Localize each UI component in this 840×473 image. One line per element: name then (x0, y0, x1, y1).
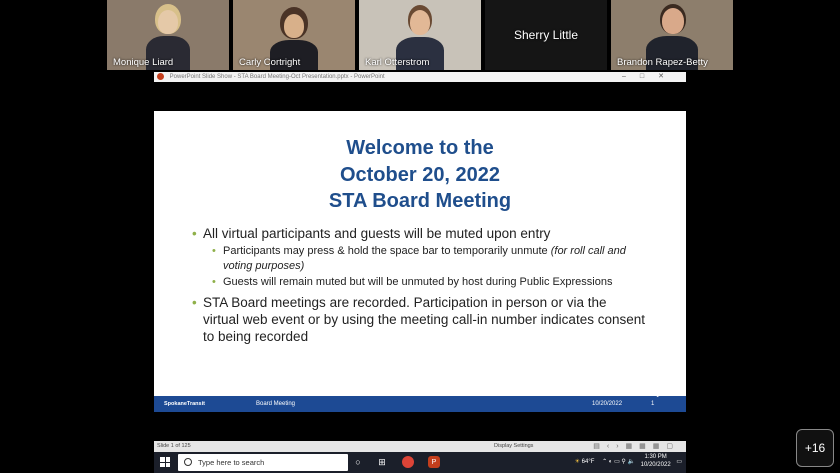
chrome-icon[interactable] (402, 456, 414, 468)
windows-taskbar: Type here to search ○ ⊞ P ☀ 64°F ⌃ ◐ ▭ ⚲… (154, 452, 686, 473)
participant-name: Monique Liard (113, 57, 174, 68)
sub-bullet-item: Guests will remain muted but will be unm… (212, 275, 646, 290)
system-tray: ☀ 64°F ⌃ ◐ ▭ ⚲ 🔈 1:30 PM 10/20/2022 ▭ (575, 452, 682, 473)
ppt-window-titlebar: PowerPoint Slide Show - STA Board Meetin… (154, 72, 686, 82)
slide-footer: SpokaneTransit Board Meeting 10/20/2022 … (154, 396, 686, 412)
participant-name: Brandon Rapez-Betty (617, 57, 708, 68)
powerpoint-taskbar-icon[interactable]: P (428, 456, 440, 468)
taskbar-search-box[interactable]: Type here to search (178, 454, 348, 471)
slide-title-line: STA Board Meeting (328, 190, 512, 212)
windows-start-icon[interactable] (160, 457, 170, 467)
weather-icon[interactable]: ☀ (575, 459, 580, 465)
participant-name: Karl Otterstrom (365, 57, 430, 68)
presentation-slide: Welcome to the October 20, 2022 STA Boar… (154, 111, 686, 412)
ppt-status-bar: Slide 1 of 125 Display Settings ▤‹›▦▦▦▢ (154, 441, 686, 452)
participant-tile-monique[interactable]: Monique Liard (107, 0, 229, 70)
widgets-icon[interactable]: ⊞ (376, 456, 388, 468)
tray-icons[interactable]: ⌃ ◐ ▭ ⚲ 🔈 (602, 459, 635, 465)
ppt-window-title: PowerPoint Slide Show - STA Board Meetin… (169, 74, 385, 80)
participant-tile-carly[interactable]: Carly Cortright (233, 0, 355, 70)
search-placeholder: Type here to search (198, 458, 265, 467)
sub-bullet-text: Participants may press & hold the space … (223, 245, 551, 257)
bullet-item: All virtual participants and guests will… (192, 225, 646, 242)
more-participants-button[interactable]: +16 (796, 429, 834, 467)
slide-title-line: Welcome to the (346, 137, 494, 159)
clock[interactable]: 1:30 PM 10/20/2022 (641, 453, 671, 469)
slide-bullets: All virtual participants and guests will… (192, 225, 646, 347)
powerpoint-icon (157, 73, 164, 80)
participant-name: Carly Cortright (239, 57, 301, 68)
slide-title: Welcome to the October 20, 2022 STA Boar… (154, 135, 686, 215)
participant-tile-sherry[interactable]: Sherry Little (485, 0, 607, 70)
slide-counter: Slide 1 of 125 (157, 443, 191, 449)
weather-temp[interactable]: 64°F (582, 459, 595, 465)
participant-tile-brandon[interactable]: Brandon Rapez-Betty (611, 0, 733, 70)
search-icon (184, 458, 192, 466)
participant-name: Sherry Little (513, 28, 579, 42)
notifications-icon[interactable]: ▭ (676, 459, 682, 465)
view-buttons[interactable]: ▤‹›▦▦▦▢ (593, 441, 680, 452)
spokane-transit-logo: SpokaneTransit (164, 401, 205, 407)
participant-tile-karl[interactable]: Karl Otterstrom (359, 0, 481, 70)
task-view-icon[interactable]: ○ (352, 456, 364, 468)
footer-label: Board Meeting (256, 401, 296, 407)
clock-date: 10/20/2022 (640, 462, 671, 469)
footer-date: 10/20/2022 (592, 401, 623, 407)
bullet-item: STA Board meetings are recorded. Partici… (192, 294, 646, 345)
slide-title-line: October 20, 2022 (339, 163, 501, 186)
display-settings-button[interactable]: Display Settings (494, 441, 533, 452)
window-controls[interactable]: –□✕ (622, 72, 678, 82)
sub-bullet-item: Participants may press & hold the space … (212, 244, 646, 273)
clock-time: 1:30 PM (644, 454, 667, 461)
footer-page-number: 1 (651, 401, 655, 407)
